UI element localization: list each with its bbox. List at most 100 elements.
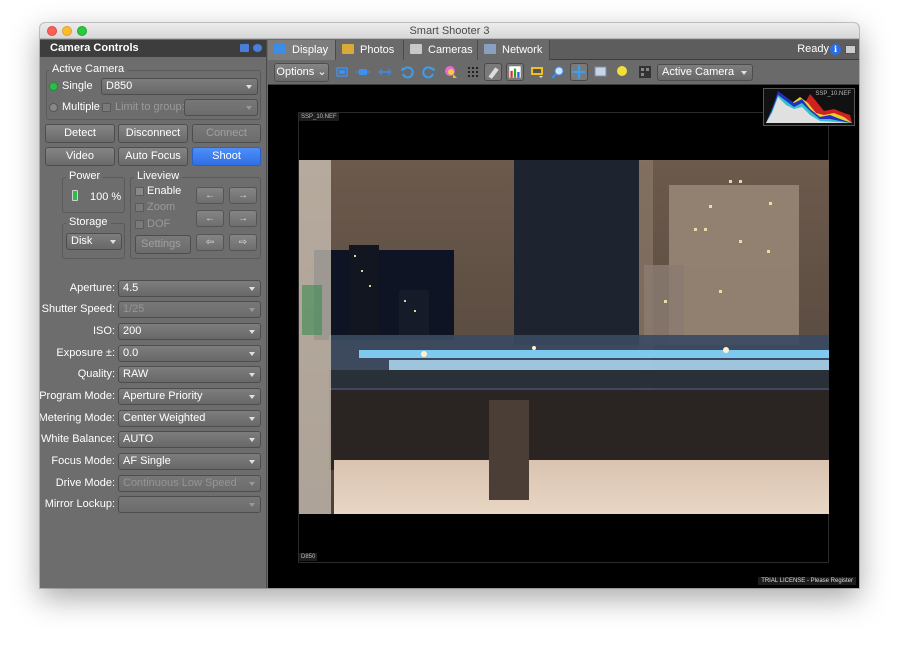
photos-icon (342, 44, 354, 54)
shoot-button[interactable]: Shoot (192, 147, 261, 166)
license-notice[interactable]: TRIAL LICENSE - Please Register (758, 577, 856, 585)
single-radio[interactable] (49, 82, 58, 91)
drive-mode-select[interactable]: Continuous Low Speed (118, 475, 261, 492)
chevron-down-icon (246, 106, 252, 110)
crop-view-icon[interactable] (594, 65, 608, 79)
tag-icon[interactable] (484, 63, 502, 81)
grid-icon[interactable] (466, 65, 480, 79)
close-window-button[interactable] (47, 26, 57, 36)
liveview-dof-checkbox[interactable] (135, 220, 144, 229)
exposure-select[interactable]: 0.0 (118, 345, 261, 362)
photo-preview[interactable] (299, 160, 829, 514)
chevron-down-icon (249, 308, 255, 312)
rotate-right-icon[interactable] (422, 65, 436, 79)
close-panel-icon[interactable] (253, 44, 262, 52)
program-mode-select[interactable]: Aperture Priority (118, 388, 261, 405)
program-mode-label: Program Mode: (40, 390, 115, 402)
shutter-speed-select[interactable]: 1/25 (118, 301, 261, 318)
detect-button[interactable]: Detect (45, 124, 115, 143)
histogram-panel: SSP_10.NEF (763, 88, 855, 126)
minimize-window-button[interactable] (62, 26, 72, 36)
chevron-down-icon (249, 287, 255, 291)
rotate-left-icon[interactable] (400, 65, 414, 79)
limit-to-group-checkbox[interactable] (102, 103, 111, 112)
limit-to-group-label: Limit to group: (115, 101, 185, 113)
info-icon[interactable]: i (830, 44, 841, 55)
tab-cameras[interactable]: Cameras (404, 40, 478, 60)
white-balance-select[interactable]: AUTO (118, 431, 261, 448)
tab-photos-label: Photos (360, 44, 395, 56)
network-icon (484, 44, 496, 54)
mirror-lockup-select[interactable] (118, 496, 261, 513)
app-window: Smart Shooter 3 Camera Controls Active C… (40, 23, 859, 588)
focus-near-large-button[interactable]: ⇦ (196, 234, 224, 251)
chevron-down-icon (249, 330, 255, 334)
disconnect-button[interactable]: Disconnect (118, 124, 188, 143)
float-panel-icon[interactable] (240, 44, 249, 52)
chevron-down-icon (249, 460, 255, 464)
camera-view-select[interactable]: Active Camera (657, 64, 753, 81)
tab-display[interactable]: Display (268, 40, 336, 60)
image-viewer[interactable]: SSP_10.NEF D850 SSP_10.NEF TRIAL LICENSE… (268, 86, 859, 588)
aperture-select[interactable]: 4.5 (118, 280, 261, 297)
fit-screen-icon[interactable] (335, 65, 349, 79)
camera-view-select-value: Active Camera (662, 66, 735, 78)
liveview-enable-label: Enable (147, 185, 182, 197)
aperture-label: Aperture: (69, 282, 115, 294)
focus-near-small-button[interactable]: ← (196, 187, 224, 204)
focus-point-icon[interactable] (616, 65, 630, 79)
fit-width-center-icon[interactable] (356, 65, 370, 79)
power-label: Power (66, 170, 104, 182)
focus-near-medium-button[interactable]: ← (196, 210, 224, 227)
title-bar: Smart Shooter 3 (40, 23, 859, 39)
options-label: Options (276, 66, 315, 78)
tab-network[interactable]: Network (478, 40, 550, 60)
chevron-down-icon (249, 352, 255, 356)
quality-select[interactable]: RAW (118, 366, 261, 383)
liveview-enable-checkbox[interactable] (135, 187, 144, 196)
color-warning-icon[interactable] (444, 65, 458, 79)
quality-value: RAW (123, 368, 149, 380)
chevron-down-icon (249, 438, 255, 442)
overlay-icon[interactable] (530, 65, 544, 79)
liveview-dof-label: DOF (147, 218, 171, 230)
histogram-label: SSP_10.NEF (815, 91, 851, 97)
camera-select[interactable]: D850 (101, 78, 258, 95)
multiple-radio[interactable] (49, 103, 58, 112)
zoom-icon[interactable] (551, 65, 565, 79)
metering-mode-value: Center Weighted (123, 412, 206, 424)
move-icon[interactable] (570, 63, 588, 81)
focus-far-large-button[interactable]: ⇨ (229, 234, 257, 251)
tab-network-label: Network (502, 44, 543, 56)
tab-display-label: Display (292, 44, 329, 56)
battery-icon (72, 190, 78, 201)
iso-select[interactable]: 200 (118, 323, 261, 340)
histogram-icon[interactable] (506, 63, 524, 81)
tab-photos[interactable]: Photos (336, 40, 404, 60)
fit-width-icon[interactable] (378, 65, 392, 79)
camera-name-tag: D850 (299, 553, 318, 561)
video-button[interactable]: Video (45, 147, 115, 166)
program-mode-value: Aperture Priority (123, 390, 203, 402)
liveview-zoom-label: Zoom (147, 201, 176, 213)
options-button[interactable]: Options ⌄ (274, 63, 329, 82)
shutter-speed-value: 1/25 (123, 303, 145, 315)
liveview-zoom-checkbox[interactable] (135, 203, 144, 212)
focus-mode-label: Focus Mode: (51, 455, 115, 467)
focus-mode-select[interactable]: AF Single (118, 453, 261, 470)
tab-bar: Display Photos Cameras Network Ready i (268, 40, 859, 60)
camera-status-icon[interactable] (845, 45, 856, 54)
power-value: 100 % (90, 191, 122, 203)
auto-focus-button[interactable]: Auto Focus (118, 147, 188, 166)
storage-select[interactable]: Disk (66, 233, 122, 250)
maximize-window-button[interactable] (77, 26, 87, 36)
focus-far-small-button[interactable]: → (229, 187, 257, 204)
focus-mode-value: AF Single (123, 455, 171, 467)
metering-mode-select[interactable]: Center Weighted (118, 410, 261, 427)
liveview-settings-button[interactable]: Settings (135, 235, 191, 254)
panel-title: Camera Controls (50, 42, 139, 54)
focus-far-medium-button[interactable]: → (229, 210, 257, 227)
connect-button[interactable]: Connect (192, 124, 261, 143)
group-select[interactable] (184, 99, 258, 116)
qr-code-icon[interactable] (638, 65, 652, 79)
